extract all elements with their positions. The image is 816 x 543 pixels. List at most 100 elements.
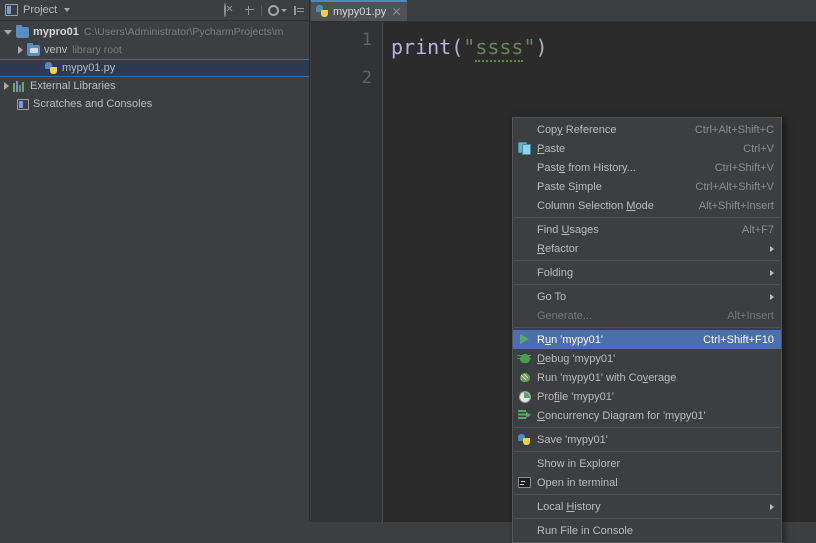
editor-context-menu: Copy Reference Ctrl+Alt+Shift+C Paste Ctrl+… bbox=[512, 117, 782, 543]
hide-icon[interactable] bbox=[224, 3, 237, 17]
menu-item-go-to[interactable]: Go To bbox=[513, 287, 781, 306]
line-number: 2 bbox=[361, 68, 372, 88]
project-tool-window: Project mypro01 C:\Users\Administrator\Py… bbox=[0, 0, 310, 521]
project-icon bbox=[5, 4, 18, 16]
minimize-window-icon[interactable] bbox=[293, 5, 305, 17]
menu-item-label: Run 'mypy01' bbox=[537, 333, 603, 346]
project-tree: mypro01 C:\Users\Administrator\PycharmPro… bbox=[0, 21, 309, 113]
menu-item-label: Show in Explorer bbox=[537, 457, 621, 470]
tree-item-mypy01-py[interactable]: mypy01.py bbox=[0, 59, 309, 77]
project-panel-header: Project bbox=[0, 0, 309, 21]
menu-item-run-mypy01-with-coverage[interactable]: Run 'mypy01' with Coverage bbox=[513, 368, 781, 387]
menu-item-label: Run 'mypy01' with Coverage bbox=[537, 371, 677, 384]
project-title-group[interactable]: Project bbox=[0, 4, 71, 16]
debug-icon bbox=[517, 351, 533, 366]
menu-item-shortcut: Alt+Shift+Insert bbox=[698, 199, 774, 212]
chevron-right-icon[interactable] bbox=[4, 82, 9, 90]
menu-item-label: Folding bbox=[537, 266, 574, 279]
menu-item-profile-mypy01[interactable]: Profile 'mypy01' bbox=[513, 387, 781, 406]
close-icon[interactable] bbox=[392, 7, 401, 16]
menu-item-shortcut: Ctrl+V bbox=[743, 142, 774, 155]
code-line-1: print("ssss") bbox=[391, 30, 816, 68]
tree-item-label: mypro01 bbox=[33, 26, 79, 38]
scratches-icon bbox=[17, 98, 29, 110]
tree-item-path: C:\Users\Administrator\PycharmProjects\m bbox=[83, 26, 284, 38]
collapse-all-icon[interactable] bbox=[243, 5, 255, 17]
menu-separator bbox=[514, 327, 780, 328]
tab-mypy01-py[interactable]: mypy01.py bbox=[311, 0, 408, 21]
menu-item-debug-mypy01[interactable]: Debug 'mypy01' bbox=[513, 349, 781, 368]
tree-item-label: Scratches and Consoles bbox=[33, 98, 153, 110]
menu-icon-placeholder bbox=[517, 160, 533, 175]
menu-item-shortcut: Ctrl+Shift+V bbox=[714, 161, 774, 174]
menu-separator bbox=[514, 260, 780, 261]
menu-item-label: Run File in Console bbox=[537, 524, 633, 537]
menu-item-label: Refactor bbox=[537, 242, 579, 255]
tree-item-mypro01[interactable]: mypro01 C:\Users\Administrator\PycharmPro… bbox=[0, 23, 309, 41]
menu-item-paste-simple[interactable]: Paste Simple Ctrl+Alt+Shift+V bbox=[513, 177, 781, 196]
submenu-arrow-icon bbox=[770, 503, 774, 510]
menu-separator bbox=[514, 451, 780, 452]
menu-separator bbox=[514, 217, 780, 218]
menu-item-column-selection-mode[interactable]: Column Selection Mode Alt+Shift+Insert bbox=[513, 196, 781, 215]
menu-item-label: Copy Reference bbox=[537, 123, 617, 136]
chevron-right-icon[interactable] bbox=[18, 46, 23, 54]
menu-item-label: Find Usages bbox=[537, 223, 599, 236]
menu-separator bbox=[514, 494, 780, 495]
token-function: print bbox=[391, 35, 452, 59]
menu-icon-placeholder bbox=[517, 456, 533, 471]
menu-item-paste[interactable]: Paste Ctrl+V bbox=[513, 139, 781, 158]
chevron-down-icon[interactable] bbox=[4, 29, 12, 35]
submenu-arrow-icon bbox=[770, 245, 774, 252]
menu-item-label: Paste from History... bbox=[537, 161, 636, 174]
tree-item-tag: library root bbox=[72, 44, 122, 56]
menu-item-save-mypy01[interactable]: Save 'mypy01' bbox=[513, 430, 781, 449]
menu-item-paste-from-history[interactable]: Paste from History... Ctrl+Shift+V bbox=[513, 158, 781, 177]
folder-library-icon bbox=[27, 42, 40, 56]
menu-icon-placeholder bbox=[517, 308, 533, 323]
menu-item-copy-reference[interactable]: Copy Reference Ctrl+Alt+Shift+C bbox=[513, 120, 781, 139]
settings-gear-icon[interactable] bbox=[268, 5, 287, 16]
menu-item-open-in-terminal[interactable]: Open in terminal bbox=[513, 473, 781, 492]
menu-item-shortcut: Ctrl+Shift+F10 bbox=[703, 333, 774, 346]
menu-item-label: Debug 'mypy01' bbox=[537, 352, 616, 365]
menu-item-shortcut: Alt+F7 bbox=[741, 223, 774, 236]
python-file-icon bbox=[316, 5, 329, 18]
folder-icon bbox=[16, 24, 29, 38]
tree-item-external-libraries[interactable]: External Libraries bbox=[0, 77, 309, 95]
menu-item-label: Generate... bbox=[537, 309, 593, 322]
paste-icon bbox=[517, 141, 533, 156]
submenu-arrow-icon bbox=[770, 293, 774, 300]
token-open-paren: ( bbox=[451, 35, 464, 59]
menu-icon-placeholder bbox=[517, 265, 533, 280]
menu-item-run-file-in-console[interactable]: Run File in Console bbox=[513, 521, 781, 540]
menu-item-shortcut: Alt+Insert bbox=[727, 309, 774, 322]
menu-item-refactor[interactable]: Refactor bbox=[513, 239, 781, 258]
menu-item-local-history[interactable]: Local History bbox=[513, 497, 781, 516]
menu-item-concurrency-diagram-for-mypy01[interactable]: Concurrency Diagram for 'mypy01' bbox=[513, 406, 781, 425]
tree-item-scratches-and-consoles[interactable]: Scratches and Consoles bbox=[0, 95, 309, 113]
python-file-icon bbox=[45, 61, 58, 75]
token-close-paren: ) bbox=[535, 35, 548, 59]
menu-item-label: Local History bbox=[537, 500, 601, 513]
menu-item-shortcut: Ctrl+Alt+Shift+V bbox=[695, 180, 774, 193]
tree-item-label: External Libraries bbox=[30, 80, 116, 92]
menu-separator bbox=[514, 427, 780, 428]
menu-item-folding[interactable]: Folding bbox=[513, 263, 781, 282]
project-panel-title: Project bbox=[23, 4, 58, 16]
concurrency-icon bbox=[517, 408, 533, 423]
menu-icon-placeholder bbox=[517, 222, 533, 237]
menu-item-label: Paste bbox=[537, 142, 566, 155]
menu-item-run-mypy01[interactable]: Run 'mypy01' Ctrl+Shift+F10 bbox=[513, 330, 781, 349]
token-quote-open: " bbox=[463, 35, 476, 59]
menu-item-show-in-explorer[interactable]: Show in Explorer bbox=[513, 454, 781, 473]
pycharm-window: Project mypro01 C:\Users\Administrator\Py… bbox=[0, 0, 816, 543]
menu-item-shortcut: Ctrl+Alt+Shift+C bbox=[694, 123, 774, 136]
menu-item-label: Paste Simple bbox=[537, 180, 602, 193]
tree-item-venv[interactable]: venv library root bbox=[0, 41, 309, 59]
line-number: 1 bbox=[361, 30, 372, 50]
token-quote-close: " bbox=[523, 35, 536, 59]
menu-item-find-usages[interactable]: Find Usages Alt+F7 bbox=[513, 220, 781, 239]
chevron-down-icon[interactable] bbox=[64, 8, 71, 12]
